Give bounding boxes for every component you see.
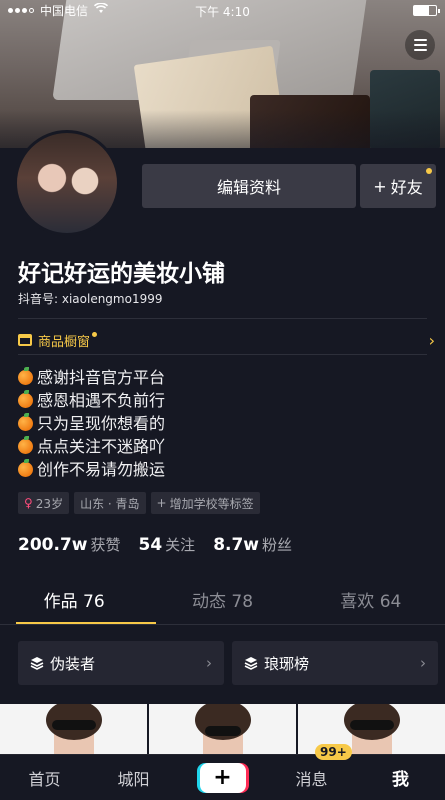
followers-stat[interactable]: 8.7w 粉丝 xyxy=(213,534,292,555)
bio-line: 创作不易请勿搬运 xyxy=(18,458,165,481)
orange-icon xyxy=(18,459,33,477)
nav-home[interactable]: 首页 xyxy=(0,766,89,790)
playlists: 伪装者 › 琅琊榜 › xyxy=(18,641,438,685)
profile-stats: 200.7w 获赞 54 关注 8.7w 粉丝 xyxy=(18,534,292,555)
shop-label: 商品橱窗 xyxy=(38,334,91,350)
layers-icon xyxy=(30,657,44,670)
avatar[interactable] xyxy=(14,130,120,236)
nav-me[interactable]: 我 xyxy=(356,765,445,790)
tab-likes[interactable]: 喜欢 64 xyxy=(297,584,445,624)
shop-window-link[interactable]: 商品橱窗 › xyxy=(18,328,435,352)
layers-icon xyxy=(244,657,258,670)
playlist-item[interactable]: 琅琊榜 › xyxy=(232,641,438,685)
plus-icon: + xyxy=(199,762,246,793)
divider xyxy=(0,624,445,625)
bio-line: 感谢抖音官方平台 xyxy=(18,366,165,389)
profile-tags: ♀ 23岁 山东 · 青岛 + 增加学校等标签 xyxy=(18,492,260,514)
add-tag-button[interactable]: + 增加学校等标签 xyxy=(150,492,260,514)
notification-dot xyxy=(426,168,432,174)
likes-stat[interactable]: 200.7w 获赞 xyxy=(18,534,121,555)
bottom-nav: 首页 城阳 + 消息 99+ 我 xyxy=(0,743,445,800)
age-tag: ♀ 23岁 xyxy=(18,492,70,514)
video-thumbnail[interactable] xyxy=(149,704,296,756)
bio-line: 只为呈现你想看的 xyxy=(18,412,165,435)
shop-dot xyxy=(92,331,98,337)
bio: 感谢抖音官方平台 感恩相遇不负前行 只为呈现你想看的 点点关注不迷路吖 创作不易… xyxy=(18,366,165,481)
battery-icon xyxy=(413,4,440,16)
message-badge: 99+ xyxy=(315,743,352,760)
profile-name: 好记好运的美妆小铺 xyxy=(18,261,225,287)
video-grid xyxy=(0,704,445,756)
edit-profile-button[interactable]: 编辑资料 xyxy=(142,164,356,208)
orange-icon xyxy=(18,413,33,431)
nav-messages[interactable]: 消息 99+ xyxy=(267,743,356,790)
location-tag: 山东 · 青岛 xyxy=(74,492,146,514)
chevron-right-icon: › xyxy=(206,654,212,672)
orange-icon xyxy=(18,367,33,385)
menu-button[interactable] xyxy=(405,30,435,60)
orange-icon xyxy=(18,436,33,454)
nav-city[interactable]: 城阳 xyxy=(89,766,178,790)
profile-tabs: 作品 76 动态 78 喜欢 64 xyxy=(0,584,445,624)
divider xyxy=(18,354,427,355)
tab-moments[interactable]: 动态 78 xyxy=(148,584,296,624)
status-time: 下午 4:10 xyxy=(195,5,250,19)
chevron-right-icon: › xyxy=(420,654,426,672)
tab-works[interactable]: 作品 76 xyxy=(0,584,157,624)
bio-line: 感恩相遇不负前行 xyxy=(18,389,165,412)
douyin-id: 抖音号: xiaolengmo1999 xyxy=(18,292,163,306)
following-stat[interactable]: 54 关注 xyxy=(139,534,196,555)
video-thumbnail[interactable] xyxy=(0,704,147,756)
plus-icon: + xyxy=(156,496,167,510)
female-icon: ♀ xyxy=(24,496,33,510)
playlist-item[interactable]: 伪装者 › xyxy=(18,641,224,685)
plus-icon: + xyxy=(373,176,387,196)
chevron-right-icon: › xyxy=(428,330,435,350)
add-friend-label: 好友 xyxy=(390,178,423,197)
divider xyxy=(18,318,427,319)
shop-icon xyxy=(18,334,32,346)
orange-icon xyxy=(18,390,33,408)
nav-create[interactable]: + xyxy=(178,762,267,793)
cover-image[interactable] xyxy=(0,0,445,148)
add-friend-button[interactable]: + 好友 xyxy=(360,164,436,208)
status-bar: 中国电信 下午 4:10 xyxy=(0,0,445,20)
bio-line: 点点关注不迷路吖 xyxy=(18,435,165,458)
edit-profile-label: 编辑资料 xyxy=(216,178,281,197)
